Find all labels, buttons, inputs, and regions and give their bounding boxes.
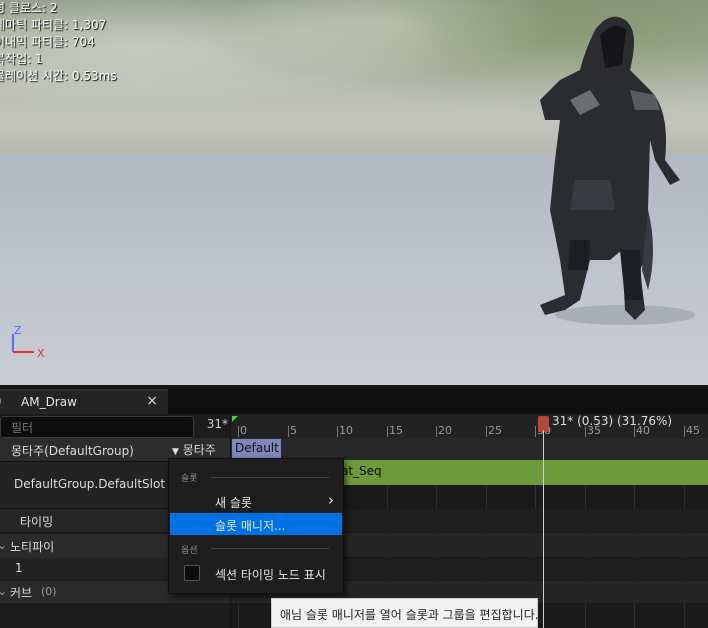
chevron-right-icon: › bbox=[328, 491, 334, 509]
start-marker-icon bbox=[232, 416, 238, 422]
stat-line: 네마틱 파티클: 1,307 bbox=[0, 18, 107, 32]
menu-divider bbox=[211, 477, 329, 478]
ruler-tick-label: 10 bbox=[339, 424, 353, 437]
ruler-tick bbox=[486, 426, 487, 437]
ruler-tick bbox=[337, 426, 338, 437]
menu-item-slot-manager[interactable]: 슬롯 매니저... bbox=[170, 513, 342, 535]
menu-item-show-timing-label: 섹션 타이밍 노드 표시 bbox=[215, 568, 326, 582]
section-default[interactable]: Default bbox=[232, 439, 281, 458]
tab-prev-glyph: ) bbox=[0, 394, 2, 408]
ruler-tick bbox=[238, 426, 239, 437]
filter-input[interactable] bbox=[9, 420, 193, 436]
ruler-tick bbox=[535, 426, 536, 437]
notify-label: 노티파이 bbox=[10, 540, 55, 554]
menu-divider bbox=[211, 548, 329, 549]
frame-counter[interactable]: 31* bbox=[196, 417, 228, 431]
ruler-tick-label: 15 bbox=[389, 424, 403, 437]
collapse-arrow-icon[interactable]: ⌄ bbox=[0, 538, 7, 552]
menu-item-show-timing[interactable]: 섹션 타이밍 노드 표시 bbox=[170, 562, 342, 584]
stat-line: 성 클로스: 2 bbox=[0, 1, 58, 15]
stat-line: 이내믹 파티클: 704 bbox=[0, 35, 95, 49]
ruler-tick-label: 45 bbox=[686, 424, 700, 437]
axis-z-label: Z bbox=[14, 324, 22, 337]
menu-section-slot: 슬롯 bbox=[181, 474, 198, 484]
menu-item-new-slot-label: 새 슬롯 bbox=[215, 496, 252, 510]
filter-box[interactable] bbox=[0, 416, 194, 438]
menu-item-new-slot[interactable]: 새 슬롯 › bbox=[170, 490, 342, 512]
tab-title: AM_Draw bbox=[21, 395, 77, 409]
ruler-tick-label: 20 bbox=[438, 424, 452, 437]
section-label: Default bbox=[235, 441, 279, 455]
stat-line: 뮬레이션 시간: 0.53ms bbox=[0, 69, 117, 83]
show-timing-checkbox[interactable] bbox=[184, 565, 200, 581]
stat-line: 복작업: 1 bbox=[0, 52, 43, 66]
collapse-arrow-icon[interactable]: ⌄ bbox=[0, 584, 7, 598]
ruler-tick-label: 5 bbox=[290, 424, 297, 437]
montage-dropdown-label: 몽타주 bbox=[182, 443, 216, 457]
tooltip-text: 애님 슬롯 매니저를 열어 슬롯과 그룹을 편집합니다. bbox=[280, 608, 539, 622]
notify-track-label: 1 bbox=[15, 561, 23, 575]
ruler-tick bbox=[288, 426, 289, 437]
slot-label: DefaultGroup.DefaultSlot bbox=[14, 477, 166, 491]
tab-am-draw[interactable]: ) AM_Draw × bbox=[0, 389, 168, 415]
ruler-tick bbox=[684, 426, 685, 437]
viewport[interactable]: 성 클로스: 2 네마틱 파티클: 1,307 이내믹 파티클: 704 복작업… bbox=[0, 0, 708, 385]
context-menu: 슬롯 새 슬롯 › 슬롯 매니저... 옵션 섹션 타이밍 노드 표시 bbox=[168, 458, 344, 594]
menu-item-slot-manager-label: 슬롯 매니저... bbox=[215, 519, 286, 533]
section-track[interactable] bbox=[231, 438, 708, 460]
chevron-down-icon: ▼ bbox=[172, 447, 179, 457]
stats-overlay: 성 클로스: 2 네마틱 파티클: 1,307 이내믹 파티클: 704 복작업… bbox=[0, 0, 117, 85]
playhead-label: 31* (0.53) (31.76%) bbox=[552, 414, 673, 428]
curve-count: (0) bbox=[41, 585, 57, 598]
slot-anim-label: at_Seq bbox=[341, 464, 382, 478]
axis-gizmo: Z X bbox=[12, 324, 45, 360]
timing-label: 타이밍 bbox=[20, 515, 54, 529]
ruler-tick bbox=[436, 426, 437, 437]
ruler-tick-label: 25 bbox=[488, 424, 502, 437]
close-icon[interactable]: × bbox=[146, 393, 158, 409]
montage-dropdown[interactable]: ▼ 몽타주 bbox=[172, 441, 216, 458]
ruler-tick-label: 0 bbox=[240, 424, 247, 437]
axis-x-label: X bbox=[37, 347, 45, 360]
character-model[interactable] bbox=[530, 10, 700, 345]
montage-group-label: 몽타주(DefaultGroup) bbox=[11, 444, 134, 458]
curve-label: 커브 bbox=[10, 586, 33, 600]
menu-section-options: 옵션 bbox=[181, 546, 198, 556]
ruler-tick bbox=[387, 426, 388, 437]
tooltip: 애님 슬롯 매니저를 열어 슬롯과 그룹을 편집합니다. bbox=[271, 598, 539, 628]
playhead-line[interactable] bbox=[543, 430, 544, 628]
